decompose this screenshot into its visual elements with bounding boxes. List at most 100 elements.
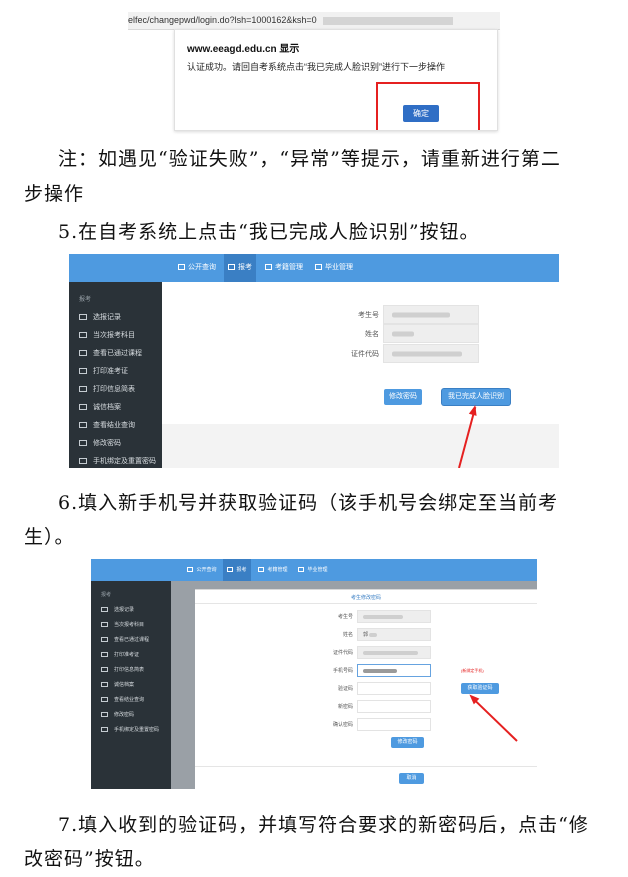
cancel-button[interactable]: 取消 [399, 773, 424, 784]
dialog-host: www.eeagd.edu.cn 显示 [187, 44, 300, 55]
sidebar-item[interactable]: 当次报考科目 [79, 330, 135, 340]
label-student-id: 考生号 [358, 312, 379, 319]
nav-graduation[interactable]: 毕业管理 [295, 559, 331, 581]
redacted-value [363, 650, 418, 655]
monitor-icon [79, 386, 87, 393]
label-name: 姓名 [342, 632, 353, 638]
sidebar-item[interactable]: 诚信档案 [79, 402, 121, 412]
name-value: 郭 [363, 632, 369, 638]
sidebar: 报考 选报记录 当次报考科目 查看已通过课程 打印准考证 打印信息简表 诚信档案… [69, 282, 162, 468]
change-password-panel: 考生修改密码 考生号 姓名 郭 证件代码 手机号码 (新绑定手机) 验证码 获取… [195, 589, 537, 789]
sidebar-item[interactable]: 修改密码 [79, 438, 121, 448]
login-dialog-screenshot: elfec/changepwd/login.do?lsh=1000162&ksh… [128, 12, 500, 131]
monitor-icon [101, 622, 108, 628]
url-redacted [323, 16, 454, 25]
sidebar-item[interactable]: 诚信档案 [101, 681, 134, 688]
field-id-code[interactable] [357, 646, 431, 659]
field-confirm-password[interactable] [357, 718, 431, 731]
sidebar-item[interactable]: 手机绑定及重置密码 [101, 726, 159, 733]
monitor-icon [258, 567, 265, 573]
monitor-icon [228, 264, 235, 271]
panel-title: 考生修改密码 [350, 595, 381, 601]
nav-records[interactable]: 考籍管理 [255, 559, 291, 581]
monitor-icon [315, 264, 322, 271]
divider [195, 766, 537, 767]
sidebar-item[interactable]: 选报记录 [79, 312, 121, 322]
monitor-icon [187, 567, 194, 573]
nav-public-query[interactable]: 公开查询 [174, 254, 220, 282]
redacted-value [363, 614, 403, 619]
sidebar-item[interactable]: 查看结业查询 [101, 696, 144, 703]
field-name[interactable] [383, 324, 479, 343]
sidebar-item[interactable]: 当次报考科目 [101, 621, 144, 628]
monitor-icon [79, 332, 87, 339]
top-nav: 公开查询 报考 考籍管理 毕业管理 [91, 559, 537, 581]
sidebar-item[interactable]: 查看已通过课程 [79, 348, 142, 358]
sidebar-item[interactable]: 查看结业查询 [79, 420, 135, 430]
monitor-icon [79, 440, 87, 447]
field-name[interactable]: 郭 [357, 628, 431, 641]
top-nav: 公开查询 报考 考籍管理 毕业管理 [69, 254, 559, 282]
sidebar-item[interactable]: 选报记录 [101, 606, 134, 613]
field-id-code[interactable] [383, 344, 479, 363]
note-line-1: 注：如遇见“验证失败”，“异常”等提示，请重新进行第二 [58, 148, 561, 170]
monitor-icon [79, 422, 87, 429]
step-7-line-1: 7.填入收到的验证码，并填写符合要求的新密码后，点击“修 [58, 814, 589, 836]
label-id-code: 证件代码 [332, 650, 353, 656]
label-new-password: 新密码 [337, 704, 353, 710]
face-recognition-screenshot: 公开查询 报考 考籍管理 毕业管理 报考 选报记录 当次报考科目 查看已通过课程… [69, 254, 559, 468]
field-phone[interactable] [357, 664, 431, 677]
monitor-icon [79, 314, 87, 321]
change-password-screenshot: 公开查询 报考 考籍管理 毕业管理 报考 选报记录 当次报考科目 查看已通过课程… [91, 559, 537, 789]
field-new-password[interactable] [357, 700, 431, 713]
redacted-value [369, 632, 377, 637]
monitor-icon [101, 697, 108, 703]
highlight-box [376, 82, 480, 130]
get-code-button[interactable]: 获取验证码 [461, 683, 499, 694]
monitor-icon [79, 368, 87, 375]
sidebar-item[interactable]: 查看已通过课程 [101, 636, 149, 643]
sidebar: 报考 选报记录 当次报考科目 查看已通过课程 打印准考证 打印信息简表 诚信档案… [91, 581, 171, 789]
field-student-id[interactable] [383, 305, 479, 324]
nav-registration[interactable]: 报考 [224, 254, 256, 282]
redacted-value [392, 351, 462, 356]
monitor-icon [101, 727, 108, 733]
monitor-icon [101, 667, 108, 673]
monitor-icon [101, 652, 108, 658]
sidebar-item[interactable]: 打印信息简表 [101, 666, 144, 673]
change-password-button[interactable]: 修改密码 [384, 389, 422, 405]
step-6-line-2: 生）。 [24, 526, 75, 548]
face-recognition-done-button[interactable]: 我已完成人脸识别 [442, 389, 510, 405]
sidebar-item[interactable]: 打印准考证 [79, 366, 128, 376]
monitor-icon [178, 264, 185, 271]
nav-graduation[interactable]: 毕业管理 [312, 254, 356, 282]
monitor-icon [101, 712, 108, 718]
label-phone: 手机号码 [332, 668, 353, 674]
address-bar[interactable]: elfec/changepwd/login.do?lsh=1000162&ksh… [128, 12, 500, 30]
sidebar-item[interactable]: 打印准考证 [101, 651, 139, 658]
nav-public-query[interactable]: 公开查询 [184, 559, 220, 581]
field-student-id[interactable] [357, 610, 431, 623]
sidebar-item[interactable]: 打印信息简表 [79, 384, 135, 394]
label-id-code: 证件代码 [351, 351, 379, 358]
monitor-icon [265, 264, 272, 271]
change-password-button[interactable]: 修改密码 [391, 737, 424, 748]
sidebar-header: 报考 [79, 297, 92, 303]
redacted-value [392, 312, 450, 317]
nav-registration[interactable]: 报考 [223, 559, 251, 581]
step-7-line-2: 改密码”按钮。 [24, 848, 155, 870]
label-name: 姓名 [365, 331, 379, 338]
step-5: 5.在自考系统上点击“我已完成人脸识别”按钮。 [58, 221, 480, 243]
sidebar-header: 报考 [101, 592, 112, 598]
monitor-icon [79, 350, 87, 357]
monitor-icon [101, 607, 108, 613]
field-verify-code[interactable] [357, 682, 431, 695]
note-line-2: 步操作 [24, 183, 85, 205]
sidebar-item[interactable]: 修改密码 [101, 711, 134, 718]
monitor-icon [101, 682, 108, 688]
divider [195, 603, 537, 604]
redacted-value [392, 331, 414, 336]
sidebar-item[interactable]: 手机绑定及重置密码 [79, 456, 156, 466]
monitor-icon [227, 567, 234, 573]
nav-records[interactable]: 考籍管理 [262, 254, 306, 282]
